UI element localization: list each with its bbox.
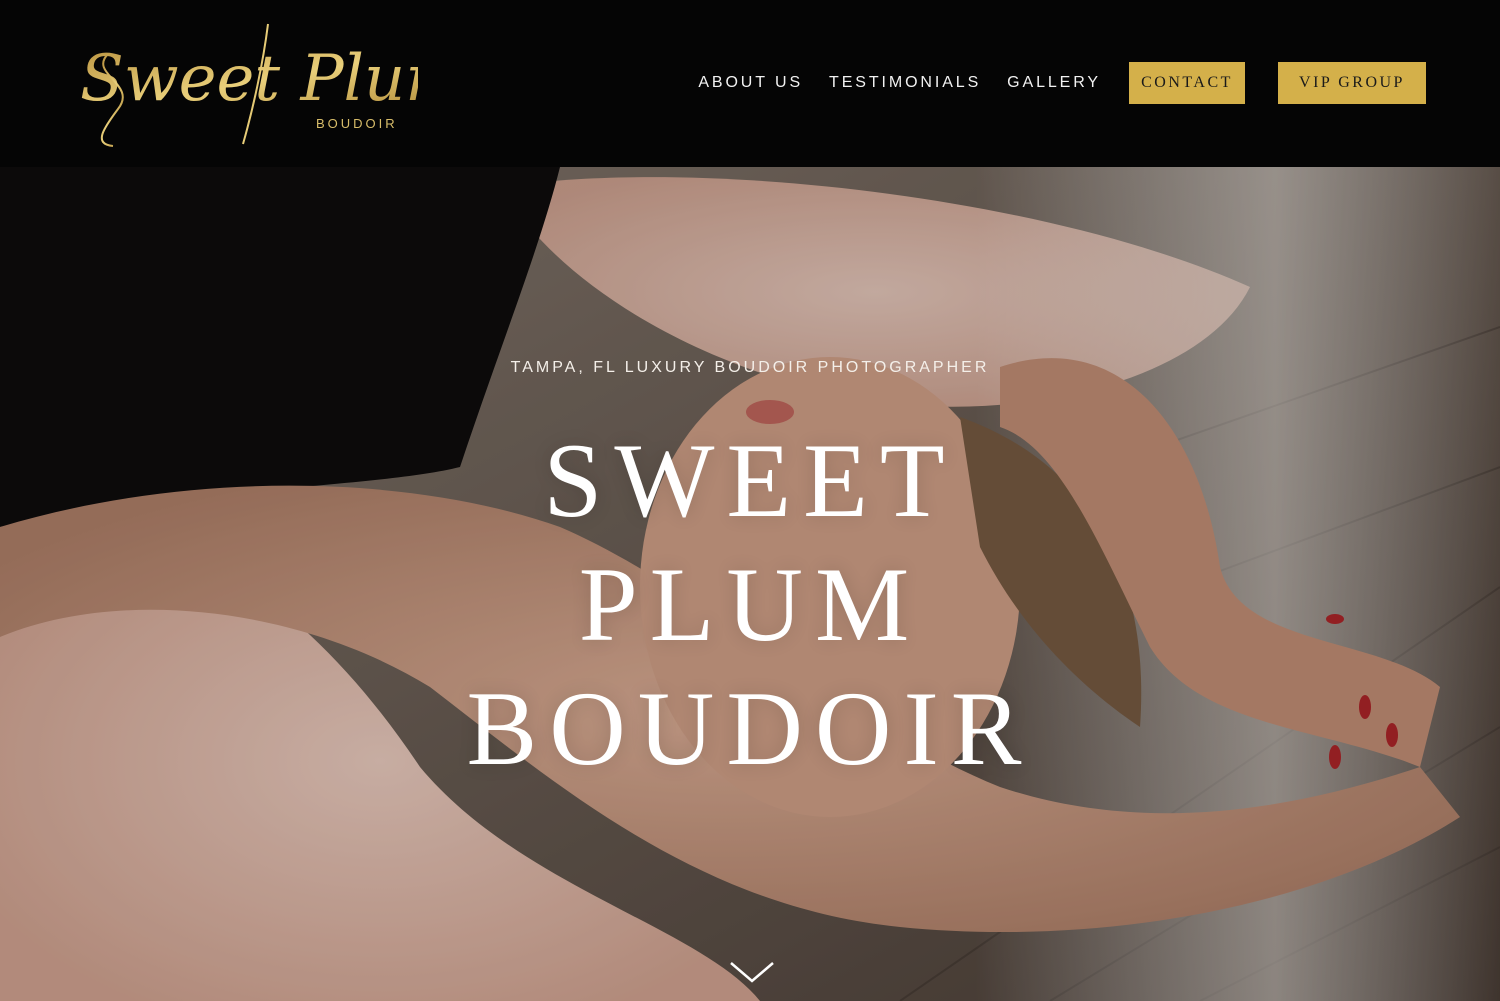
nav-testimonials[interactable]: TESTIMONIALS — [829, 74, 981, 92]
logo-sub-text: BOUDOIR — [316, 116, 398, 131]
hero-title-line: BOUDOIR — [466, 670, 1034, 787]
logo-graphic: Sweet Plum BOUDOIR — [80, 23, 418, 147]
site-header: Sweet Plum BOUDOIR ABOUT US TESTIMONIALS… — [0, 0, 1500, 167]
nav-about-us[interactable]: ABOUT US — [698, 74, 803, 92]
vip-group-button[interactable]: VIP GROUP — [1278, 62, 1426, 104]
hero-title: SWEET PLUM BOUDOIR — [0, 419, 1500, 791]
hero-title-line: PLUM — [578, 546, 922, 663]
contact-button[interactable]: CONTACT — [1129, 62, 1245, 104]
hero-title-line: SWEET — [543, 422, 957, 539]
logo-script-text: Sweet Plum — [80, 42, 418, 116]
site-logo[interactable]: Sweet Plum BOUDOIR — [78, 14, 418, 154]
hero-section: TAMPA, FL LUXURY BOUDOIR PHOTOGRAPHER SW… — [0, 167, 1500, 1001]
nav-gallery[interactable]: GALLERY — [1007, 74, 1101, 92]
main-nav: ABOUT US TESTIMONIALS GALLERY CONTACT VI… — [698, 62, 1426, 104]
chevron-down-icon[interactable] — [729, 959, 775, 985]
hero-tagline: TAMPA, FL LUXURY BOUDOIR PHOTOGRAPHER — [510, 359, 990, 376]
